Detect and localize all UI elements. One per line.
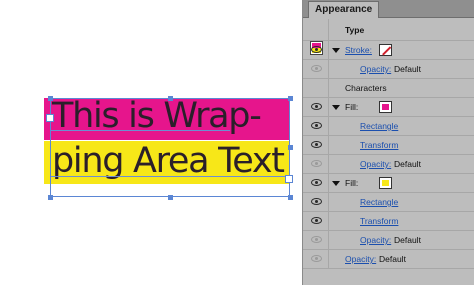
- tab-appearance[interactable]: Appearance: [308, 1, 380, 18]
- eye-icon[interactable]: [311, 179, 322, 186]
- fill-opacity-value: Default: [394, 235, 421, 245]
- stroke-opacity-row[interactable]: Opacity: Default: [303, 60, 474, 79]
- rectangle-effect-link[interactable]: Rectangle: [360, 121, 398, 131]
- transform-effect-link[interactable]: Transform: [360, 140, 398, 150]
- fill-swatch-icon[interactable]: [379, 177, 392, 189]
- object-opacity-value: Default: [379, 254, 406, 264]
- eye-icon[interactable]: [311, 46, 322, 53]
- stroke-opacity-link[interactable]: Opacity:: [360, 64, 391, 74]
- eye-icon[interactable]: [311, 255, 322, 262]
- handle-bottom-left[interactable]: [48, 195, 53, 200]
- transform-effect-row-2[interactable]: Transform: [303, 212, 474, 231]
- handle-top-right[interactable]: [288, 96, 293, 101]
- characters-row[interactable]: Characters: [303, 79, 474, 98]
- eye-icon[interactable]: [311, 122, 322, 129]
- eye-icon[interactable]: [311, 141, 322, 148]
- stroke-swatch-icon[interactable]: [379, 44, 392, 56]
- handle-top-left[interactable]: [48, 96, 53, 101]
- rectangle-effect-row-1[interactable]: Rectangle: [303, 117, 474, 136]
- stroke-opacity-value: Default: [394, 64, 421, 74]
- fill-opacity-link[interactable]: Opacity:: [360, 159, 391, 169]
- handle-top-center[interactable]: [168, 96, 173, 101]
- rectangle-effect-link[interactable]: Rectangle: [360, 197, 398, 207]
- handle-middle-right[interactable]: [288, 145, 293, 150]
- fill-row-magenta[interactable]: Fill:: [303, 98, 474, 117]
- object-opacity-link[interactable]: Opacity:: [345, 254, 376, 264]
- handle-bottom-center[interactable]: [168, 195, 173, 200]
- stroke-row[interactable]: Stroke:: [303, 41, 474, 60]
- fill-label: Fill:: [345, 102, 359, 112]
- eye-icon[interactable]: [311, 217, 322, 224]
- panel-tab-bar: Appearance: [303, 0, 474, 18]
- area-text-bounding-box[interactable]: [50, 98, 290, 197]
- text-out-port[interactable]: [285, 175, 293, 183]
- stroke-link[interactable]: Stroke:: [345, 45, 372, 55]
- eye-icon[interactable]: [311, 103, 322, 110]
- eye-icon[interactable]: [311, 65, 322, 72]
- fill-label: Fill:: [345, 178, 359, 188]
- fill-row-yellow[interactable]: Fill:: [303, 174, 474, 193]
- transform-effect-row-1[interactable]: Transform: [303, 136, 474, 155]
- fill-swatch-icon[interactable]: [379, 101, 392, 113]
- eye-icon[interactable]: [311, 160, 322, 167]
- artboard-canvas[interactable]: This is Wrap- ping Area Text: [0, 0, 302, 285]
- eye-icon[interactable]: [311, 236, 322, 243]
- fill-opacity-link[interactable]: Opacity:: [360, 235, 391, 245]
- fill-opacity-row-1[interactable]: Opacity: Default: [303, 155, 474, 174]
- type-header-row: Type: [303, 19, 474, 55]
- disclosure-triangle-icon[interactable]: [332, 48, 340, 53]
- appearance-panel: Appearance Type Stroke: Opacity: Default…: [302, 0, 474, 285]
- type-label: Type: [345, 25, 365, 35]
- disclosure-triangle-icon[interactable]: [332, 105, 340, 110]
- disclosure-triangle-icon[interactable]: [332, 181, 340, 186]
- text-in-port[interactable]: [46, 114, 54, 122]
- eye-icon[interactable]: [311, 198, 322, 205]
- handle-bottom-right[interactable]: [288, 195, 293, 200]
- object-opacity-row[interactable]: Opacity: Default: [303, 250, 474, 269]
- fill-opacity-row-2[interactable]: Opacity: Default: [303, 231, 474, 250]
- rectangle-effect-row-2[interactable]: Rectangle: [303, 193, 474, 212]
- transform-effect-link[interactable]: Transform: [360, 216, 398, 226]
- characters-label: Characters: [345, 83, 387, 93]
- fill-opacity-value: Default: [394, 159, 421, 169]
